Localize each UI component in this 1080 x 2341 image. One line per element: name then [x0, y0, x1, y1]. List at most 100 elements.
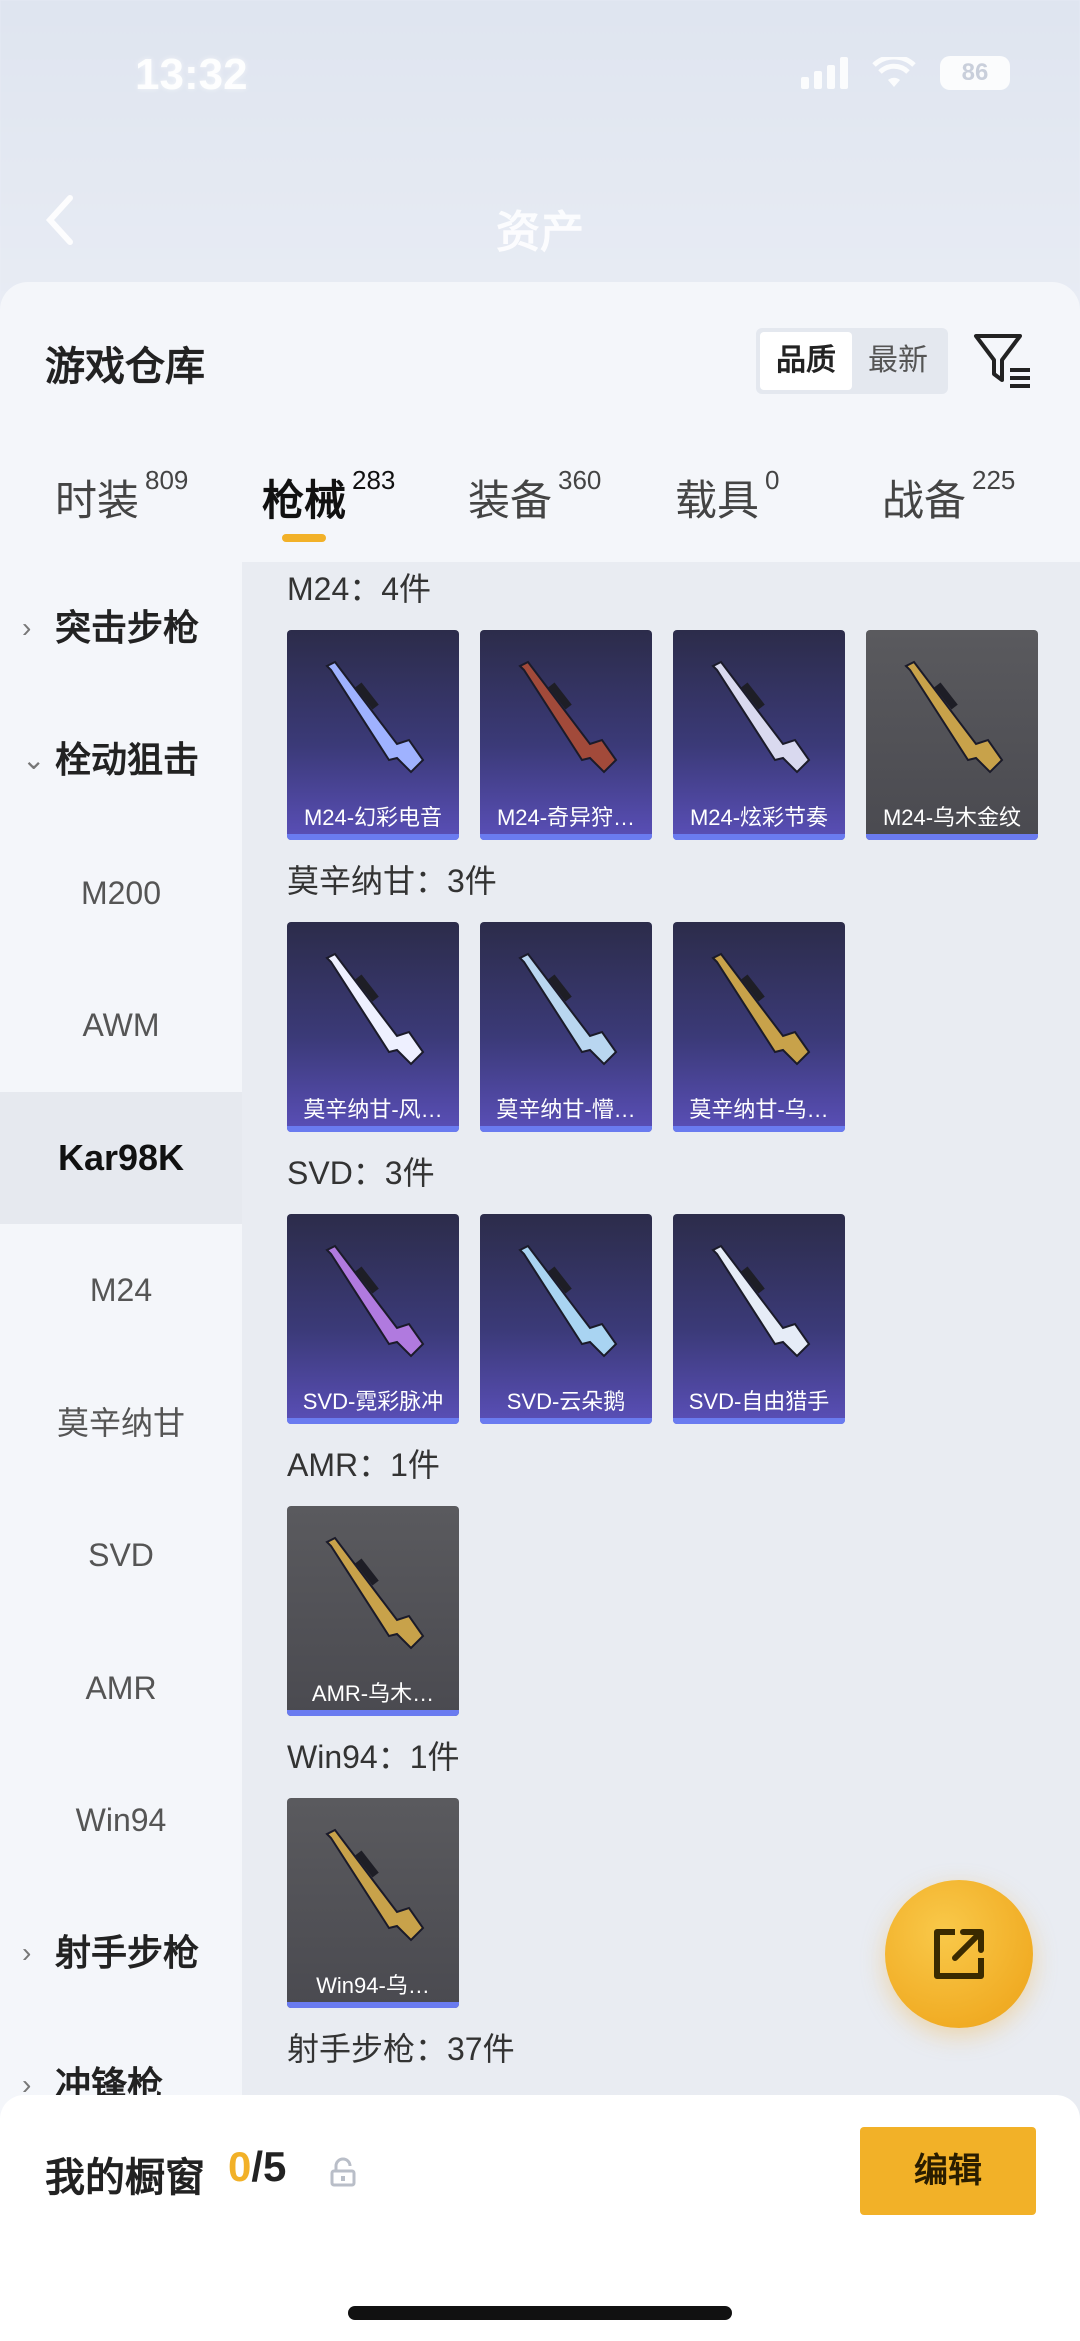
weapon-card-name: M24-幻彩电音 [303, 805, 443, 830]
rifle-icon [711, 1244, 811, 1358]
weapon-grid: M24：4件 M24-幻彩电音 M24-奇异狩… M24-炫彩节奏 M24-乌木金纹莫辛… [242, 562, 1080, 2341]
sidebar-item-svd[interactable]: SVD [0, 1489, 242, 1621]
filter-icon[interactable] [972, 330, 1034, 392]
weapon-card[interactable]: M24-幻彩电音 [287, 630, 459, 840]
rarity-bar [287, 1126, 459, 1132]
tab-count: 0 [765, 465, 780, 495]
share-button[interactable] [885, 1880, 1033, 2028]
sidebar-item-mosin[interactable]: 莫辛纳甘 [0, 1357, 242, 1489]
rarity-bar [287, 2002, 459, 2008]
rarity-bar [480, 834, 652, 840]
status-time: 13:32 [135, 50, 248, 99]
sidebar-item-label: AMR [85, 1670, 157, 1706]
active-tab-indicator [282, 534, 326, 542]
category-tabs: 时装 809 枪械 283 装备 360 载具 0 战备 225 [0, 465, 1080, 547]
tab-label: 枪械 [262, 477, 347, 524]
chevron-right-icon: › [22, 1937, 32, 1968]
page-title: 资产 [496, 208, 584, 257]
tab-count: 283 [352, 465, 396, 495]
tab-label: 载具 [675, 477, 760, 524]
rifle-icon [518, 1244, 618, 1358]
external-link-icon [934, 1929, 984, 1979]
rarity-bar [480, 1418, 652, 1424]
weapon-card[interactable]: Win94-乌… [287, 1798, 459, 2008]
sidebar-item-awm[interactable]: AWM [0, 959, 242, 1091]
rifle-icon [325, 1828, 425, 1942]
weapon-card[interactable]: AMR-乌木… [287, 1506, 459, 1716]
sidebar-item-label: M24 [89, 1272, 153, 1308]
sort-toggle: 品质 最新 [756, 328, 948, 394]
sidebar-item-marksman-rifle[interactable]: › 射手步枪 [0, 1887, 242, 2019]
status-icons: 86 [801, 56, 1010, 90]
rifle-icon [518, 952, 618, 1066]
sidebar-item-label: 突击步枪 [55, 607, 200, 648]
lock-icon [330, 2157, 356, 2187]
weapon-card-name: SVD-云朵鹅 [506, 1389, 626, 1414]
sidebar-item-kar98k[interactable]: Kar98K [0, 1092, 242, 1224]
sidebar-item-label: Win94 [75, 1802, 167, 1838]
section-title: SVD：3件 [287, 1155, 435, 1191]
chevron-down-icon: ⌄ [22, 744, 46, 775]
tab-label: 时装 [55, 477, 140, 524]
weapon-card[interactable]: 莫辛纳甘-懵… [480, 922, 652, 1132]
warehouse-title: 游戏仓库 [45, 345, 205, 389]
tab-equipment[interactable]: 装备 360 [468, 465, 602, 528]
section-title: M24：4件 [287, 571, 432, 607]
tab-count: 360 [558, 465, 602, 495]
tab-vehicles[interactable]: 载具 0 [675, 465, 780, 528]
weapon-card-name: AMR-乌木… [311, 1681, 435, 1706]
rifle-icon [518, 660, 618, 774]
showcase-bar: 我的橱窗 0/5 编辑 [0, 2095, 1080, 2341]
weapon-card-name: M24-奇异狩… [496, 805, 636, 830]
rifle-icon [904, 660, 1004, 774]
weapon-type-sidebar: › 突击步枪 ⌄ 栓动狙击 M200 AWM Kar98K M24 莫辛纳甘 SVD AMR Win9… [0, 562, 242, 2341]
sidebar-item-m24[interactable]: M24 [0, 1224, 242, 1356]
edit-button[interactable]: 编辑 [860, 2127, 1036, 2215]
tab-firearms[interactable]: 枪械 283 [262, 465, 396, 528]
weapon-card[interactable]: 莫辛纳甘-乌… [673, 922, 845, 1132]
section-title: 莫辛纳甘：3件 [287, 863, 497, 899]
weapon-card[interactable]: M24-炫彩节奏 [673, 630, 845, 840]
rarity-bar [287, 834, 459, 840]
sheet-header: 游戏仓库 品质 最新 时装 809 枪械 283 装备 360 载具 0 战备 … [0, 282, 1080, 562]
rarity-bar [480, 1126, 652, 1132]
rifle-icon [325, 1536, 425, 1650]
weapon-card[interactable]: SVD-霓彩脉冲 [287, 1214, 459, 1424]
sidebar-item-bolt-action[interactable]: ⌄ 栓动狙击 [0, 694, 242, 826]
wifi-icon [872, 57, 916, 87]
weapon-card[interactable]: SVD-云朵鹅 [480, 1214, 652, 1424]
sidebar-item-label: 栓动狙击 [55, 739, 200, 780]
rifle-icon [325, 1244, 425, 1358]
section-title: AMR：1件 [287, 1447, 440, 1483]
sidebar-item-amr[interactable]: AMR [0, 1622, 242, 1754]
rifle-icon [325, 660, 425, 774]
weapon-card-name: SVD-自由猎手 [688, 1389, 830, 1414]
home-indicator [348, 2306, 732, 2320]
sort-quality-option[interactable]: 品质 [760, 332, 852, 390]
sidebar-item-label: AWM [82, 1007, 160, 1043]
rarity-bar [866, 834, 1038, 840]
warehouse-sheet: 游戏仓库 品质 最新 时装 809 枪械 283 装备 360 载具 0 战备 … [0, 282, 1080, 2341]
sidebar-item-label: 射手步枪 [55, 1932, 200, 1973]
tab-fashion[interactable]: 时装 809 [55, 465, 188, 528]
rarity-bar [673, 1418, 845, 1424]
sidebar-item-m200[interactable]: M200 [0, 827, 242, 959]
sidebar-item-assault-rifle[interactable]: › 突击步枪 [0, 562, 242, 694]
weapon-card[interactable]: 莫辛纳甘-风… [287, 922, 459, 1132]
sort-newest-option[interactable]: 最新 [852, 332, 944, 390]
weapon-card[interactable]: M24-乌木金纹 [866, 630, 1038, 840]
sidebar-item-win94[interactable]: Win94 [0, 1754, 242, 1886]
showcase-label: 我的橱窗 [45, 2156, 205, 2200]
rarity-bar [287, 1418, 459, 1424]
sidebar-item-label: SVD [88, 1537, 154, 1573]
rarity-bar [673, 1126, 845, 1132]
weapon-card-name: Win94-乌… [316, 1973, 430, 1998]
showcase-count: 0/5 [228, 2143, 286, 2191]
weapon-card[interactable]: SVD-自由猎手 [673, 1214, 845, 1424]
tab-combat-gear[interactable]: 战备 225 [882, 465, 1015, 528]
weapon-card-name: M24-炫彩节奏 [689, 805, 829, 830]
rifle-icon [711, 952, 811, 1066]
weapon-card-name: 莫辛纳甘-乌… [689, 1097, 829, 1122]
weapon-card[interactable]: M24-奇异狩… [480, 630, 652, 840]
cellular-signal-icon [801, 57, 848, 89]
